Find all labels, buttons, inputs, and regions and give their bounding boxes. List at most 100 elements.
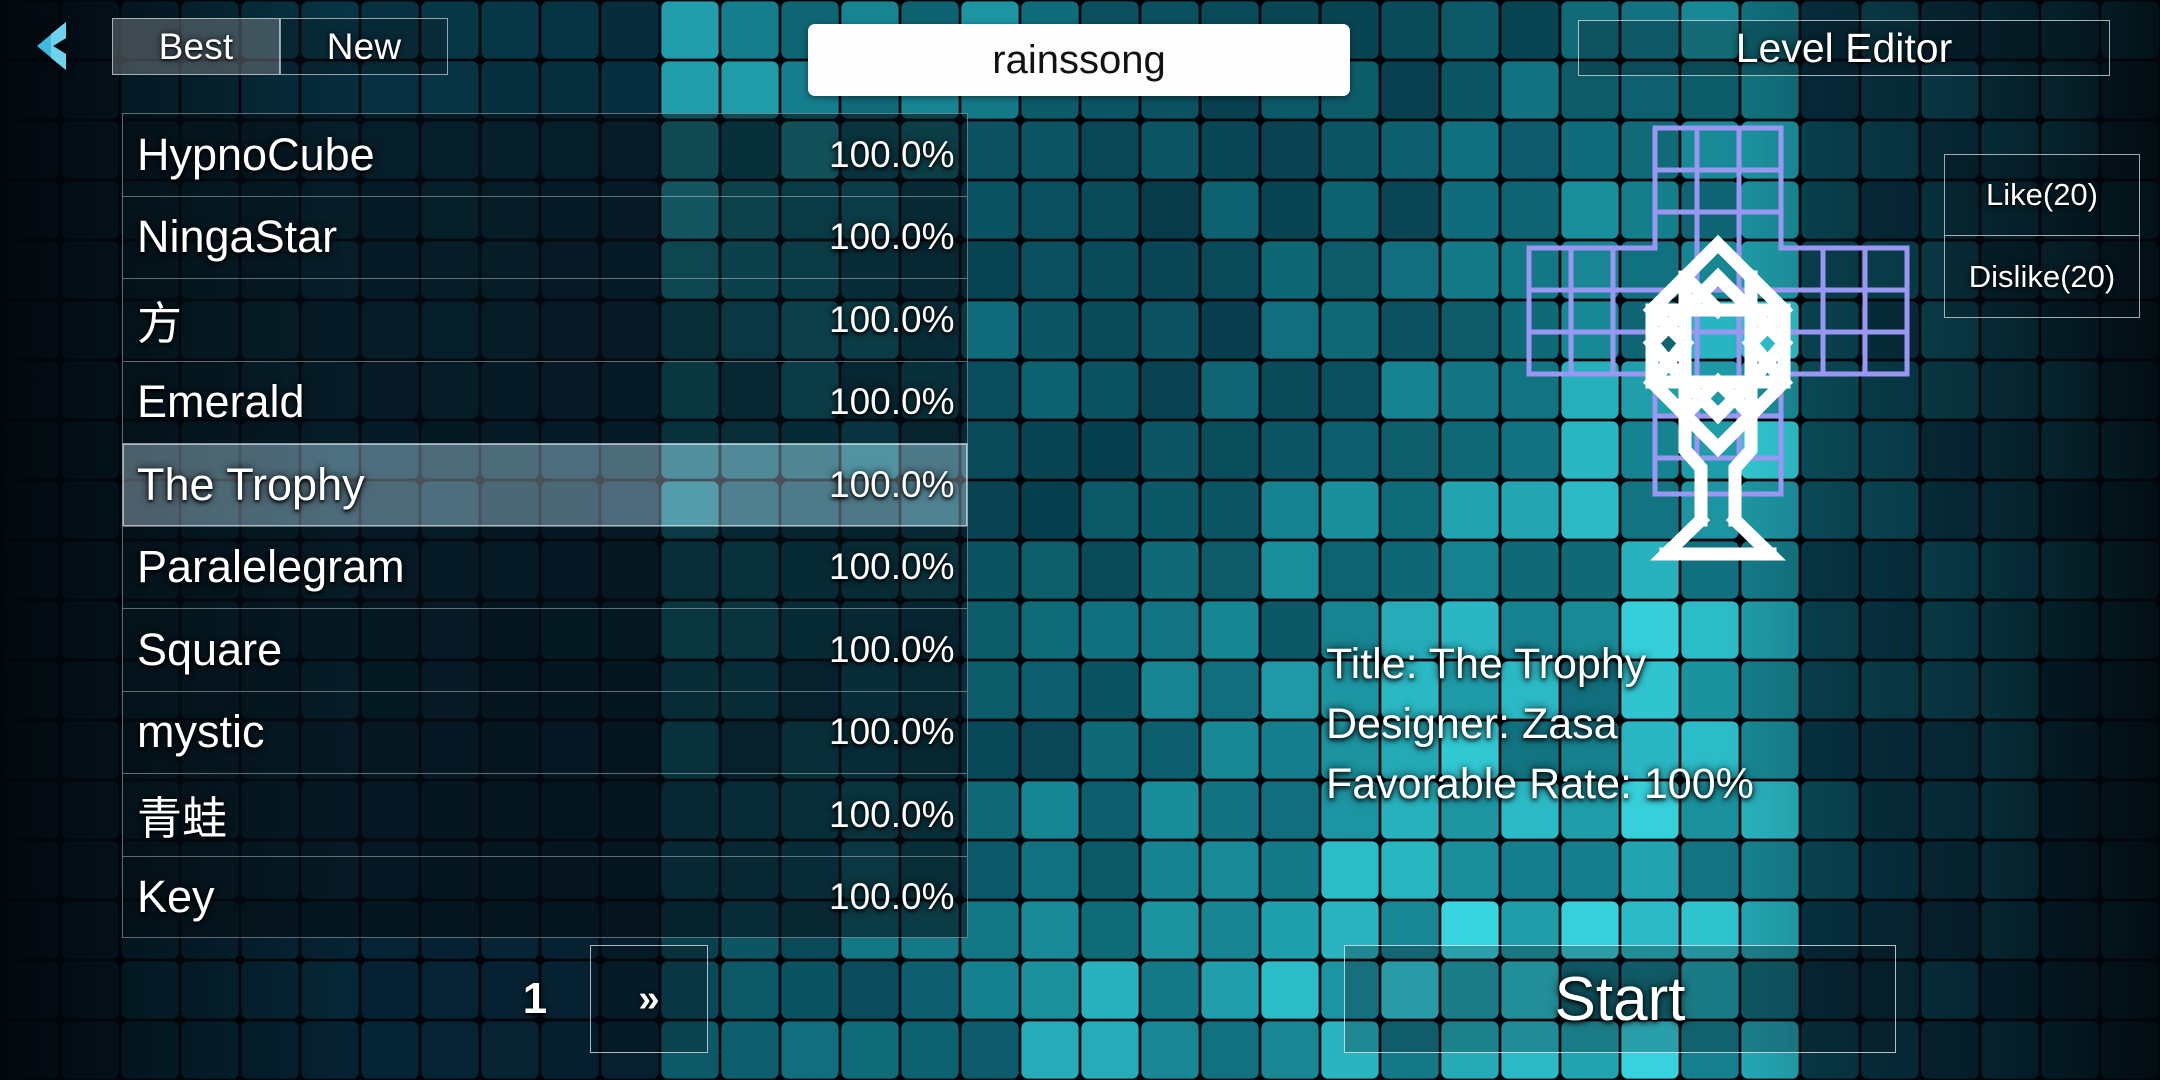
- search-box[interactable]: [808, 24, 1350, 96]
- background-tile: [1261, 841, 1319, 899]
- dislike-button[interactable]: Dislike(20): [1944, 236, 2140, 318]
- background-tile: [1021, 361, 1079, 419]
- background-tile: [1081, 301, 1139, 359]
- level-row[interactable]: mystic 100.0%: [122, 690, 968, 773]
- background-tile: [1321, 541, 1379, 599]
- background-tile: [1861, 721, 1919, 779]
- background-tile: [1861, 661, 1919, 719]
- background-tile: [61, 481, 119, 539]
- background-tile: [1021, 901, 1079, 959]
- next-page-button[interactable]: »: [590, 945, 708, 1053]
- background-tile: [1381, 481, 1439, 539]
- tab-new-label: New: [326, 25, 402, 67]
- background-tile: [1201, 601, 1259, 659]
- background-tile: [2041, 961, 2099, 1019]
- background-tile: [901, 1021, 959, 1079]
- background-tile: [1621, 841, 1679, 899]
- like-button[interactable]: Like(20): [1944, 154, 2140, 236]
- background-tile: [61, 121, 119, 179]
- background-tile: [2101, 1021, 2159, 1079]
- level-list[interactable]: HypnoCube 100.0% NingaStar 100.0% 方 100.0% Eme…: [122, 113, 968, 938]
- background-tile: [1981, 421, 2039, 479]
- background-tile: [1201, 661, 1259, 719]
- background-tile: [1141, 901, 1199, 959]
- background-tile: [1801, 781, 1859, 839]
- background-tile: [1021, 301, 1079, 359]
- background-tile: [1261, 1021, 1319, 1079]
- page-number: 1: [522, 974, 548, 1023]
- level-preview: [1516, 125, 1916, 561]
- background-tile: [2041, 901, 2099, 959]
- background-tile: [1141, 541, 1199, 599]
- level-row[interactable]: The Trophy 100.0%: [122, 443, 968, 526]
- search-input[interactable]: [808, 24, 1350, 96]
- background-tile: [61, 421, 119, 479]
- level-row[interactable]: Square 100.0%: [122, 608, 968, 691]
- background-tile: [61, 721, 119, 779]
- tab-new[interactable]: New: [280, 18, 448, 75]
- background-tile: [1, 181, 59, 239]
- background-tile: [601, 61, 659, 119]
- level-row-rate: 100.0%: [829, 546, 955, 588]
- background-tile: [1921, 961, 1979, 1019]
- background-tile: [1321, 421, 1379, 479]
- background-tile: [1441, 241, 1499, 299]
- background-tile: [421, 961, 479, 1019]
- background-tile: [1261, 541, 1319, 599]
- background-tile: [301, 961, 359, 1019]
- info-title: Title: The Trophy: [1326, 640, 1647, 688]
- background-tile: [2101, 721, 2159, 779]
- background-tile: [61, 241, 119, 299]
- background-tile: [1, 601, 59, 659]
- background-tile: [2041, 841, 2099, 899]
- level-row-rate: 100.0%: [829, 875, 955, 917]
- background-tile: [1381, 61, 1439, 119]
- background-tile: [1921, 721, 1979, 779]
- background-tile: [1981, 361, 2039, 419]
- background-tile: [61, 601, 119, 659]
- background-tile: [1081, 901, 1139, 959]
- background-tile: [1141, 721, 1199, 779]
- level-editor-label: Level Editor: [1735, 24, 1953, 71]
- background-tile: [1801, 721, 1859, 779]
- start-button[interactable]: Start: [1344, 945, 1896, 1053]
- chevron-left-icon: [26, 17, 84, 75]
- background-tile: [1081, 121, 1139, 179]
- background-tile: [961, 301, 1019, 359]
- background-tile: [961, 901, 1019, 959]
- level-row-name: 青蛙: [137, 793, 228, 845]
- background-tile: [961, 181, 1019, 239]
- background-tile: [1081, 781, 1139, 839]
- background-tile: [1, 1021, 59, 1079]
- background-tile: [1981, 541, 2039, 599]
- background-tile: [1081, 841, 1139, 899]
- background-tile: [1801, 841, 1859, 899]
- background-tile: [1561, 841, 1619, 899]
- background-tile: [1021, 781, 1079, 839]
- level-row[interactable]: Key 100.0%: [122, 855, 968, 938]
- background-tile: [1981, 901, 2039, 959]
- level-editor-button[interactable]: Level Editor: [1578, 20, 2110, 76]
- background-tile: [1141, 961, 1199, 1019]
- next-page-label: »: [638, 977, 660, 1020]
- background-tile: [2101, 841, 2159, 899]
- level-row[interactable]: Emerald 100.0%: [122, 360, 968, 443]
- info-designer: Designer: Zasa: [1326, 700, 1618, 748]
- background-tile: [1501, 841, 1559, 899]
- background-tile: [1921, 421, 1979, 479]
- level-row[interactable]: 方 100.0%: [122, 278, 968, 361]
- back-button[interactable]: [22, 14, 88, 78]
- background-tile: [1, 241, 59, 299]
- level-row-name: Paralelegram: [137, 541, 405, 593]
- background-tile: [1441, 301, 1499, 359]
- level-row[interactable]: 青蛙 100.0%: [122, 773, 968, 856]
- background-tile: [1381, 181, 1439, 239]
- level-row-name: HypnoCube: [137, 128, 375, 180]
- level-row[interactable]: HypnoCube 100.0%: [122, 113, 968, 196]
- background-tile: [1141, 601, 1199, 659]
- background-tile: [1201, 961, 1259, 1019]
- level-row[interactable]: Paralelegram 100.0%: [122, 525, 968, 608]
- background-tile: [2041, 421, 2099, 479]
- level-row[interactable]: NingaStar 100.0%: [122, 195, 968, 278]
- tab-best[interactable]: Best: [112, 18, 280, 75]
